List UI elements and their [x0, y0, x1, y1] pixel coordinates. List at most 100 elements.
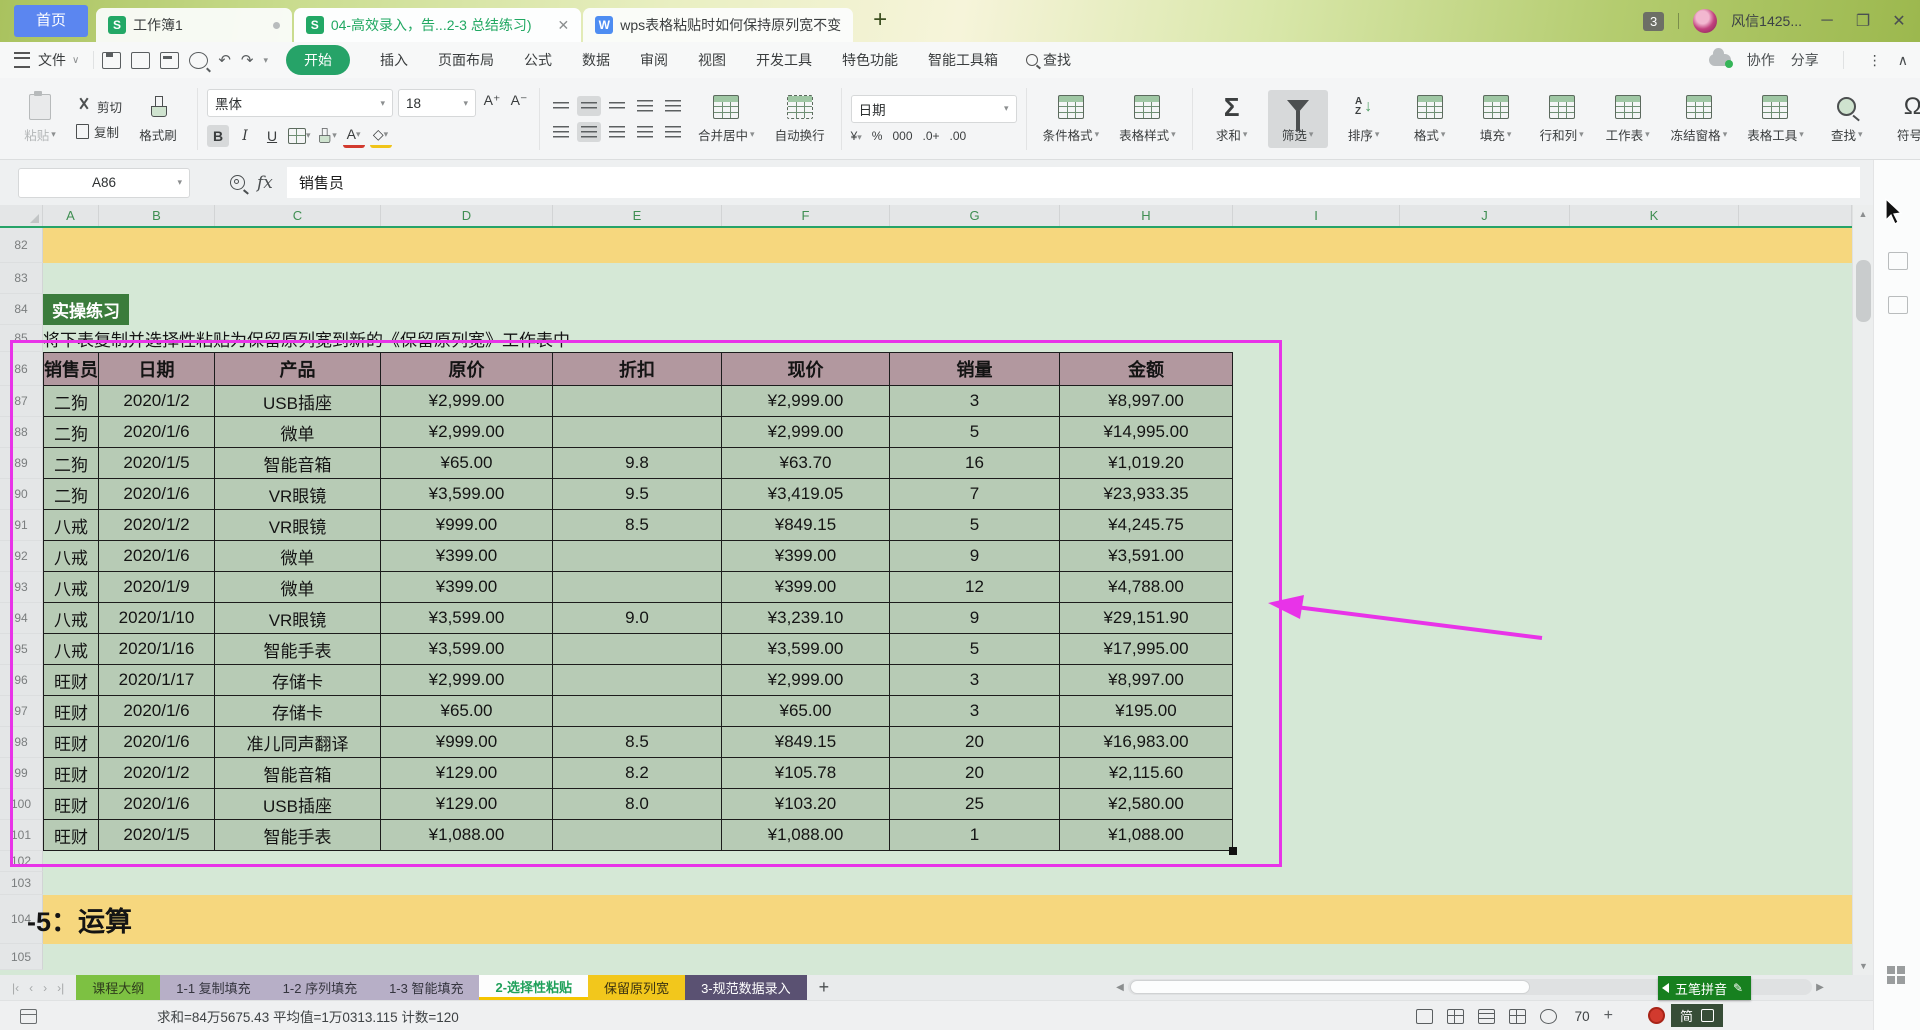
italic-button[interactable]: I	[234, 125, 256, 147]
cell[interactable]: ¥105.78	[722, 758, 890, 789]
format-painter-button[interactable]: 格式刷	[128, 90, 188, 148]
row-header[interactable]: 101	[0, 820, 43, 851]
ime-status[interactable]: 简	[1648, 1004, 1723, 1027]
cell[interactable]: USB插座	[215, 386, 381, 417]
menu-tab-插入[interactable]: 插入	[380, 50, 408, 70]
cell[interactable]: ¥3,599.00	[381, 603, 553, 634]
document-tab[interactable]: S04-高效录入，告...2-3 总结练习)✕	[294, 8, 581, 42]
cell[interactable]: 存储卡	[215, 696, 381, 727]
cell[interactable]: ¥4,788.00	[1060, 572, 1233, 603]
cell[interactable]: ¥1,088.00	[381, 820, 553, 851]
notification-badge[interactable]: 3	[1643, 12, 1664, 31]
cell[interactable]: 旺财	[43, 727, 99, 758]
select-all-corner[interactable]	[0, 205, 43, 226]
cell[interactable]: 9.0	[553, 603, 722, 634]
cell[interactable]: 智能音箱	[215, 758, 381, 789]
last-sheet-icon[interactable]: ›|	[57, 981, 64, 995]
cell[interactable]: ¥129.00	[381, 789, 553, 820]
cell[interactable]: ¥1,088.00	[722, 820, 890, 851]
table-header-cell[interactable]: 销量	[890, 352, 1060, 386]
align-top-button[interactable]	[549, 96, 573, 116]
avatar[interactable]	[1693, 9, 1717, 33]
restore-button[interactable]: ❐	[1852, 11, 1874, 31]
cell[interactable]: 智能音箱	[215, 448, 381, 479]
hamburger-icon[interactable]	[14, 52, 30, 68]
align-right-button[interactable]	[605, 122, 629, 142]
cell[interactable]: 二狗	[43, 479, 99, 510]
menu-tab-开发工具[interactable]: 开发工具	[756, 50, 812, 70]
row-body[interactable]	[43, 944, 1852, 970]
table-header-cell[interactable]: 原价	[381, 352, 553, 386]
row-body[interactable]: 将下表复制并选择性粘贴为保留原列宽到新的《保留原列宽》工作表中	[43, 325, 1852, 352]
next-sheet-icon[interactable]: ›	[43, 981, 47, 995]
cut-button[interactable]: 剪切	[76, 97, 122, 116]
cell[interactable]: 二狗	[43, 448, 99, 479]
row-body[interactable]: 实操练习	[43, 294, 1852, 325]
font-size-select[interactable]: 18▾	[398, 89, 476, 117]
font-name-select[interactable]: 黑体▾	[207, 89, 393, 117]
cell[interactable]: ¥999.00	[381, 727, 553, 758]
cell[interactable]	[553, 634, 722, 665]
row-header[interactable]: 93	[0, 572, 43, 603]
table-row[interactable]: 二狗2020/1/6VR眼镜¥3,599.009.5¥3,419.057¥23,…	[43, 479, 1852, 510]
zoom-in-icon[interactable]: +	[1604, 1007, 1613, 1025]
borders-button[interactable]: ▾	[288, 125, 311, 147]
menu-tab-审阅[interactable]: 审阅	[640, 50, 668, 70]
cell[interactable]: ¥399.00	[722, 572, 890, 603]
cell[interactable]: ¥8,997.00	[1060, 665, 1233, 696]
vertical-scrollbar[interactable]: ▲ ▼	[1852, 205, 1873, 975]
cell[interactable]: 微单	[215, 541, 381, 572]
table-row[interactable]: 八戒2020/1/2VR眼镜¥999.008.5¥849.155¥4,245.7…	[43, 510, 1852, 541]
column-header-G[interactable]: G	[890, 205, 1060, 226]
sheet-tab-保留原列宽[interactable]: 保留原列宽	[588, 975, 685, 1000]
cell[interactable]	[553, 541, 722, 572]
cell[interactable]: 8.0	[553, 789, 722, 820]
sort-button[interactable]: AZ↓排序▾	[1334, 90, 1394, 148]
new-tab-button[interactable]: +	[865, 6, 895, 36]
horizontal-scroll-thumb[interactable]	[1130, 980, 1530, 994]
cell[interactable]: ¥63.70	[722, 448, 890, 479]
cell[interactable]: 2020/1/2	[99, 510, 215, 541]
cell[interactable]: 2020/1/5	[99, 448, 215, 479]
merge-center-button[interactable]: 合并居中▾	[691, 90, 762, 148]
cell[interactable]: ¥399.00	[722, 541, 890, 572]
cell[interactable]: ¥29,151.90	[1060, 603, 1233, 634]
add-sheet-button[interactable]: +	[807, 975, 842, 1000]
cell[interactable]: 25	[890, 789, 1060, 820]
cell[interactable]: ¥399.00	[381, 541, 553, 572]
cell[interactable]: 5	[890, 510, 1060, 541]
cell[interactable]	[553, 386, 722, 417]
currency-format-button[interactable]: ¥▾	[851, 129, 862, 143]
cell[interactable]	[553, 417, 722, 448]
save-icon[interactable]	[102, 52, 121, 69]
page-layout-icon[interactable]	[1478, 1009, 1495, 1024]
cell[interactable]: 旺财	[43, 820, 99, 851]
row-header[interactable]: 102	[0, 851, 43, 872]
minimize-button[interactable]: ─	[1816, 12, 1838, 30]
cell[interactable]: ¥3,591.00	[1060, 541, 1233, 572]
scroll-left-icon[interactable]: ◀	[1112, 982, 1128, 993]
cell[interactable]: ¥129.00	[381, 758, 553, 789]
collapse-ribbon-icon[interactable]: ∧	[1898, 52, 1908, 69]
cell[interactable]: ¥3,599.00	[722, 634, 890, 665]
table-header-cell[interactable]: 金额	[1060, 352, 1233, 386]
cell[interactable]: VR眼镜	[215, 510, 381, 541]
fill-button[interactable]: 填充▾	[1466, 90, 1526, 148]
cell[interactable]: ¥1,088.00	[1060, 820, 1233, 851]
justify-button[interactable]	[633, 122, 657, 142]
apps-grid-icon[interactable]	[1887, 966, 1905, 984]
table-header-cell[interactable]: 折扣	[553, 352, 722, 386]
column-header-B[interactable]: B	[99, 205, 215, 226]
formula-input[interactable]: 销售员	[287, 167, 1860, 198]
cell[interactable]: 旺财	[43, 789, 99, 820]
row-header[interactable]: 91	[0, 510, 43, 541]
cell[interactable]: ¥65.00	[381, 696, 553, 727]
sidebar-tool-icon[interactable]	[1888, 296, 1908, 314]
increase-decimal-button[interactable]: .0+	[923, 129, 940, 143]
row-header[interactable]: 83	[0, 263, 43, 294]
close-button[interactable]: ✕	[1888, 11, 1910, 31]
cell[interactable]: 20	[890, 727, 1060, 758]
cell[interactable]: 2020/1/6	[99, 541, 215, 572]
menubar-find[interactable]: 查找	[1026, 50, 1071, 70]
row-header[interactable]: 99	[0, 758, 43, 789]
